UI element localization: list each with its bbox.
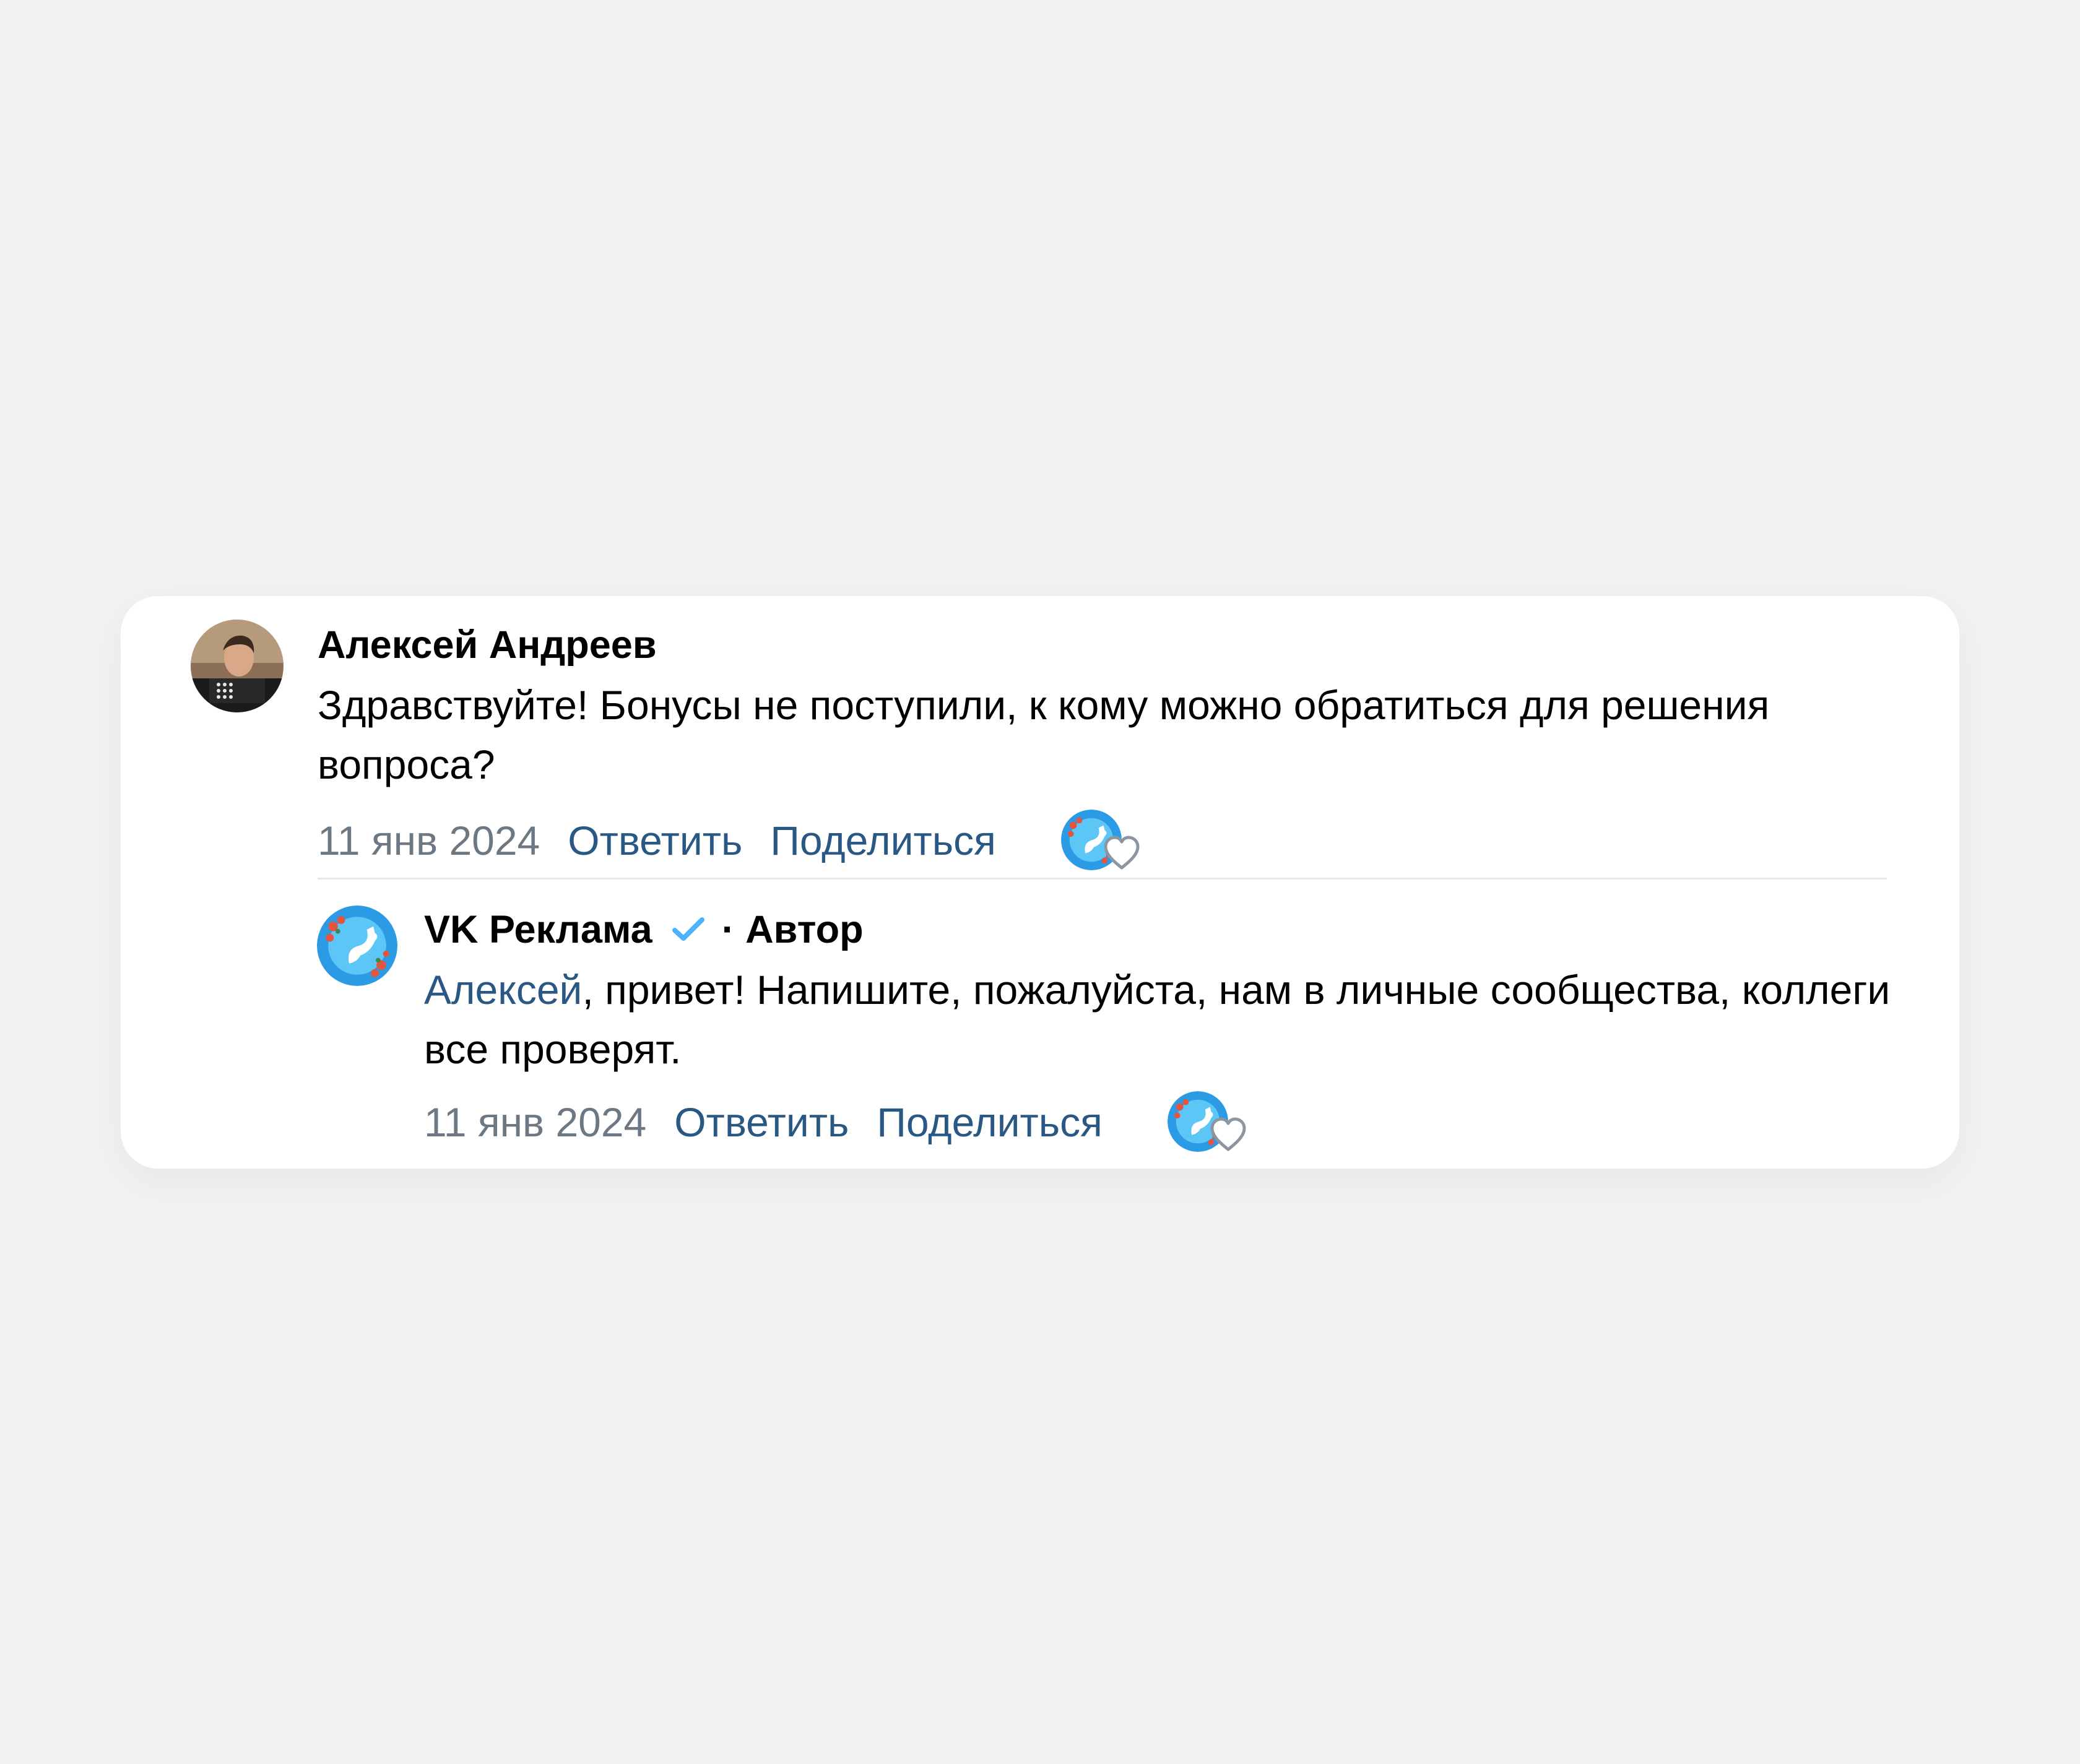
share-button[interactable]: Поделиться bbox=[770, 820, 995, 861]
reply-reply-button[interactable]: Ответить bbox=[674, 1102, 849, 1143]
divider bbox=[318, 878, 1887, 880]
author-badge: · Автор bbox=[721, 908, 864, 951]
heart-icon bbox=[1210, 1117, 1246, 1151]
like-button[interactable] bbox=[1060, 810, 1142, 871]
reply-text: , привет! Напишите, пожалуйста, нам в ли… bbox=[424, 967, 1891, 1072]
reply-share-button[interactable]: Поделиться bbox=[877, 1102, 1102, 1143]
comment-meta: 11 янв 2024 Ответить Поделиться bbox=[318, 810, 1142, 871]
comment-text: Здравствуйте! Бонусы не поступили, к ком… bbox=[318, 682, 1770, 787]
reply-button[interactable]: Ответить bbox=[568, 820, 742, 861]
heart-icon bbox=[1104, 836, 1140, 870]
reply-text-block: Алексей, привет! Напишите, пожалуйста, н… bbox=[424, 960, 1897, 1079]
reply-meta: 11 янв 2024 Ответить Поделиться bbox=[424, 1091, 1248, 1153]
reply-like-button[interactable] bbox=[1167, 1091, 1248, 1153]
reply-header: VK Реклама · Автор bbox=[424, 910, 864, 949]
mention-link[interactable]: Алексей bbox=[424, 967, 582, 1013]
vk-ads-avatar[interactable] bbox=[317, 906, 397, 986]
comment-date[interactable]: 11 янв 2024 bbox=[318, 820, 540, 861]
verified-check-icon bbox=[671, 910, 706, 949]
reply-author-name[interactable]: VK Реклама bbox=[424, 910, 652, 949]
reply-date[interactable]: 11 янв 2024 bbox=[424, 1102, 646, 1143]
comment-author-name[interactable]: Алексей Андреев bbox=[318, 626, 657, 665]
comments-card: Алексей Андреев Здравствуйте! Бонусы не … bbox=[121, 596, 1959, 1169]
avatar[interactable] bbox=[191, 620, 284, 712]
